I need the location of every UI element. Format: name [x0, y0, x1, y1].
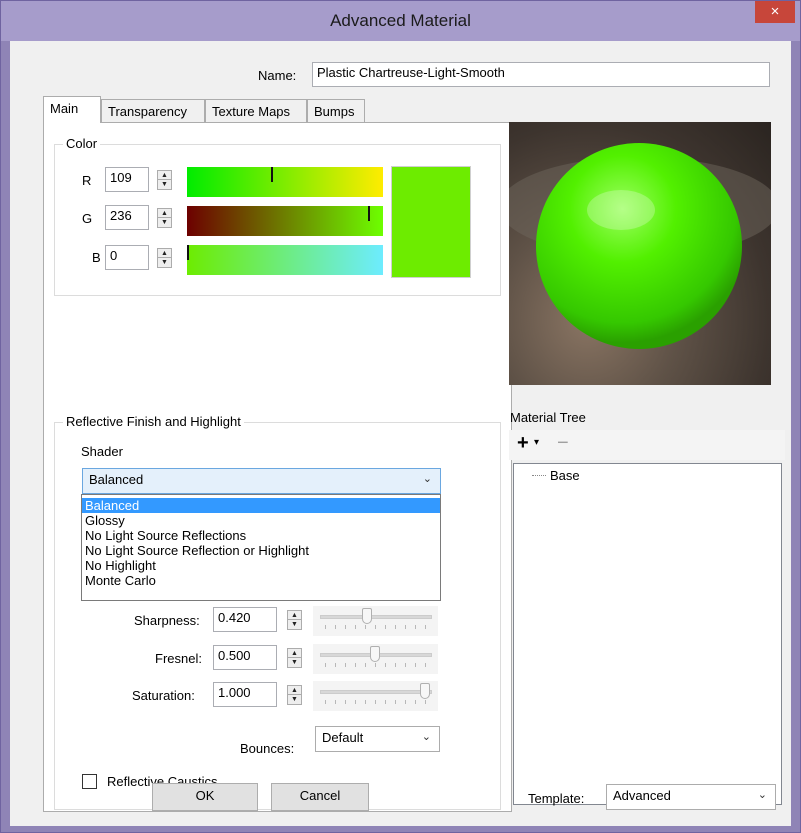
shader-select[interactable]: Balanced ⌄	[82, 468, 441, 494]
spin-up-icon[interactable]: ▲	[158, 171, 171, 180]
fresnel-label: Fresnel:	[155, 651, 202, 666]
tab-transparency[interactable]: Transparency	[101, 99, 205, 122]
color-swatch	[391, 166, 471, 278]
color-group: Color R 109 ▲ ▼ G 236 ▲ ▼ B 0 ▲ ▼	[54, 136, 501, 296]
material-tree[interactable]: Base	[513, 463, 782, 805]
g-label: G	[82, 211, 93, 226]
sharpness-label: Sharpness:	[134, 613, 200, 628]
advanced-material-window: Advanced Material × Name: Plastic Chartr…	[0, 0, 801, 833]
tree-connector	[532, 475, 546, 476]
sharpness-slider-thumb[interactable]	[362, 608, 372, 624]
g-value-field[interactable]: 236	[105, 205, 149, 230]
shader-option-glossy[interactable]: Glossy	[82, 513, 440, 528]
name-label: Name:	[258, 68, 297, 83]
material-tree-toolbar: + ▾ −	[509, 430, 785, 460]
spin-down-icon[interactable]: ▼	[158, 258, 171, 267]
shader-option-monte-carlo[interactable]: Monte Carlo	[82, 573, 440, 588]
chevron-down-icon: ⌄	[422, 473, 432, 485]
g-spinner[interactable]: ▲ ▼	[157, 208, 172, 228]
fresnel-slider[interactable]	[313, 644, 438, 674]
saturation-label: Saturation:	[132, 688, 195, 703]
dialog-client-area: Name: Plastic Chartreuse-Light-Smooth Ma…	[10, 41, 791, 826]
r-gradient-slider[interactable]	[187, 167, 383, 197]
bounces-label: Bounces:	[240, 741, 295, 756]
r-label: R	[82, 173, 92, 188]
spin-up-icon[interactable]: ▲	[288, 611, 301, 620]
b-value-field[interactable]: 0	[105, 245, 149, 270]
reflective-group: Reflective Finish and Highlight Shader B…	[54, 414, 501, 810]
r-value-field[interactable]: 109	[105, 167, 149, 192]
r-slider-marker[interactable]	[271, 167, 273, 182]
fresnel-field[interactable]: 0.500	[213, 645, 277, 670]
window-title: Advanced Material	[330, 11, 471, 30]
remove-icon[interactable]: −	[557, 432, 569, 455]
r-spinner[interactable]: ▲ ▼	[157, 170, 172, 190]
bounces-select[interactable]: Default ⌄	[315, 726, 440, 752]
shader-option-no-reflection-or-highlight[interactable]: No Light Source Reflection or Highlight	[82, 543, 440, 558]
cancel-button[interactable]: Cancel	[271, 783, 369, 811]
shader-dropdown-list[interactable]: Balanced Glossy No Light Source Reflecti…	[81, 494, 441, 601]
shader-label: Shader	[81, 444, 123, 459]
tree-item-base[interactable]: Base	[550, 468, 580, 483]
saturation-field[interactable]: 1.000	[213, 682, 277, 707]
b-gradient-slider[interactable]	[187, 245, 383, 275]
add-dropdown-icon[interactable]: ▾	[534, 437, 539, 448]
spin-down-icon[interactable]: ▼	[288, 620, 301, 629]
chevron-down-icon: ⌄	[421, 731, 431, 743]
sharpness-slider[interactable]	[313, 606, 438, 636]
tab-bumps[interactable]: Bumps	[307, 99, 365, 122]
material-preview	[509, 122, 771, 385]
saturation-slider-thumb[interactable]	[420, 683, 430, 699]
fresnel-slider-thumb[interactable]	[370, 646, 380, 662]
b-label: B	[92, 250, 101, 265]
template-value: Advanced	[613, 788, 671, 803]
spin-down-icon[interactable]: ▼	[158, 218, 171, 227]
main-tab-panel: Color R 109 ▲ ▼ G 236 ▲ ▼ B 0 ▲ ▼ Reflec…	[43, 122, 512, 812]
spin-up-icon[interactable]: ▲	[158, 209, 171, 218]
b-spinner[interactable]: ▲ ▼	[157, 248, 172, 268]
sharpness-spinner[interactable]: ▲ ▼	[287, 610, 302, 630]
name-field[interactable]: Plastic Chartreuse-Light-Smooth	[312, 62, 770, 87]
preview-sphere-image	[509, 143, 771, 349]
spin-up-icon[interactable]: ▲	[288, 649, 301, 658]
spin-up-icon[interactable]: ▲	[288, 686, 301, 695]
saturation-spinner[interactable]: ▲ ▼	[287, 685, 302, 705]
shader-option-no-highlight[interactable]: No Highlight	[82, 558, 440, 573]
shader-selected-value: Balanced	[89, 472, 144, 487]
shader-option-no-light-source-reflections[interactable]: No Light Source Reflections	[82, 528, 440, 543]
fresnel-spinner[interactable]: ▲ ▼	[287, 648, 302, 668]
template-label: Template:	[528, 791, 585, 806]
spin-up-icon[interactable]: ▲	[158, 249, 171, 258]
spin-down-icon[interactable]: ▼	[288, 658, 301, 667]
spin-down-icon[interactable]: ▼	[158, 180, 171, 189]
add-icon[interactable]: +	[517, 432, 529, 455]
g-gradient-slider[interactable]	[187, 206, 383, 236]
bounces-value: Default	[322, 730, 364, 745]
sharpness-field[interactable]: 0.420	[213, 607, 277, 632]
color-group-title: Color	[63, 136, 101, 151]
tab-texture-maps[interactable]: Texture Maps	[205, 99, 307, 122]
title-bar[interactable]: Advanced Material ×	[1, 1, 800, 41]
ok-button[interactable]: OK	[152, 783, 258, 811]
spin-down-icon[interactable]: ▼	[288, 695, 301, 704]
tab-main[interactable]: Main	[43, 96, 101, 123]
b-slider-marker[interactable]	[187, 245, 189, 260]
saturation-slider[interactable]	[313, 681, 438, 711]
chevron-down-icon: ⌄	[757, 789, 767, 801]
material-tree-label: Material Tree	[510, 410, 586, 425]
shader-option-balanced[interactable]: Balanced	[82, 498, 440, 513]
g-slider-marker[interactable]	[368, 206, 370, 221]
close-button[interactable]: ×	[755, 1, 795, 23]
close-icon: ×	[770, 3, 780, 20]
template-select[interactable]: Advanced ⌄	[606, 784, 776, 810]
reflective-caustics-checkbox[interactable]	[82, 774, 97, 789]
reflective-group-title: Reflective Finish and Highlight	[63, 414, 244, 429]
